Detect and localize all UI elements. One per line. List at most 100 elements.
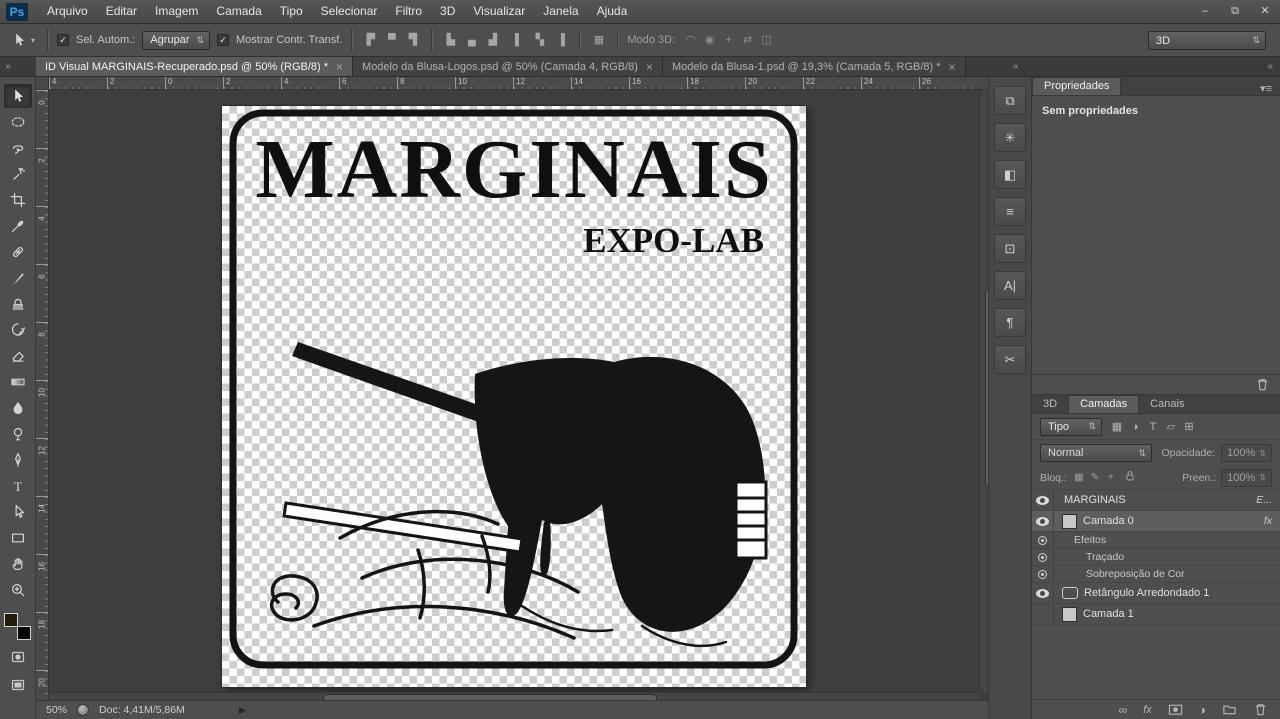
ruler-origin-corner[interactable]	[36, 77, 49, 90]
layer-filter-dropdown[interactable]: Tipo ⇅	[1040, 418, 1102, 436]
document-canvas[interactable]: MARGINAIS EXPO-LAB	[222, 106, 806, 687]
rectangle-tool[interactable]	[4, 526, 32, 550]
panel-tab[interactable]: Canais	[1139, 396, 1195, 413]
type-tool[interactable]: T	[4, 474, 32, 498]
visibility-toggle[interactable]	[1032, 604, 1054, 624]
layer-row[interactable]: Sobreposição de Cor	[1032, 566, 1280, 583]
magic-wand-tool[interactable]	[4, 162, 32, 186]
layer-row[interactable]: Camada 1	[1032, 604, 1280, 625]
elliptical-marquee-tool[interactable]	[4, 110, 32, 134]
scissors-icon[interactable]: ✂	[994, 345, 1026, 374]
menu-item[interactable]: Imagem	[146, 0, 207, 23]
layer-style-fx-icon[interactable]: fx	[1143, 704, 1152, 716]
menu-item[interactable]: Camada	[207, 0, 270, 23]
paragraph-panel-icon[interactable]: ¶	[994, 308, 1026, 337]
close-icon[interactable]: ✕	[1250, 0, 1280, 23]
fill-input[interactable]: 100% ⇅	[1221, 469, 1272, 487]
panel-tab[interactable]: Camadas	[1068, 395, 1139, 413]
visibility-toggle[interactable]	[1032, 549, 1054, 565]
close-tab-icon[interactable]: ×	[646, 60, 653, 74]
tool-preset-picker[interactable]: ▾	[8, 32, 38, 48]
layer-row[interactable]: Retângulo Arredondado 1	[1032, 583, 1280, 604]
eraser-tool[interactable]	[4, 344, 32, 368]
menu-item[interactable]: Editar	[97, 0, 146, 23]
character-panel-icon[interactable]: A|	[994, 271, 1026, 300]
visibility-toggle[interactable]	[1032, 566, 1054, 582]
shape-layers-filter-icon[interactable]: ▱	[1163, 420, 1179, 433]
document-tab[interactable]: ID Visual MARGINAIS-Recuperado.psd @ 50%…	[36, 57, 353, 76]
document-tab[interactable]: Modelo da Blusa-Logos.psd @ 50% (Camada …	[353, 57, 663, 76]
brush-tool[interactable]	[4, 266, 32, 290]
align-icon[interactable]: ▛	[361, 30, 380, 50]
expand-dock-icon[interactable]: »	[0, 57, 16, 76]
layer-mask-icon[interactable]	[1168, 702, 1183, 717]
auto-select-dropdown[interactable]: Agrupar ⇅	[142, 31, 210, 50]
workspace-dropdown[interactable]: 3D ⇅	[1148, 31, 1266, 50]
visibility-toggle[interactable]	[1032, 532, 1054, 548]
layer-row[interactable]: MARGINAIS E...	[1032, 490, 1280, 511]
menu-item[interactable]: Visualizar	[464, 0, 534, 23]
3d-scale-icon[interactable]: ◫	[758, 30, 775, 50]
status-badge-icon[interactable]	[77, 704, 89, 716]
healing-brush-tool[interactable]	[4, 240, 32, 264]
snowflake-icon[interactable]: ✳	[994, 123, 1026, 152]
3d-rotate-icon[interactable]: ◠	[682, 30, 699, 50]
layer-thumbnail[interactable]	[1062, 514, 1077, 529]
adjustment-layer-icon[interactable]: ◑	[1199, 704, 1206, 716]
visibility-toggle[interactable]	[1032, 511, 1054, 531]
layer-thumbnail[interactable]	[1062, 607, 1077, 622]
new-group-folder-icon[interactable]	[1222, 702, 1237, 717]
panel-menu-icon[interactable]: ▾≡	[1260, 82, 1280, 95]
3d-slide-icon[interactable]: ⇄	[739, 30, 756, 50]
overlapping-squares-icon[interactable]: ⧉	[994, 86, 1026, 115]
pixel-layers-filter-icon[interactable]: ▦	[1109, 420, 1125, 433]
tab-properties[interactable]: Propriedades	[1032, 77, 1121, 95]
hand-tool[interactable]	[4, 552, 32, 576]
layer-badge[interactable]: E...	[1256, 494, 1280, 506]
menu-item[interactable]: Ajuda	[588, 0, 637, 23]
zoom-tool[interactable]	[4, 578, 32, 602]
visibility-toggle[interactable]	[1032, 583, 1054, 603]
history-brush-tool[interactable]	[4, 318, 32, 342]
document-tab[interactable]: Modelo da Blusa-1.psd @ 19,3% (Camada 5,…	[663, 57, 966, 76]
status-menu-arrow-icon[interactable]: ▶	[239, 705, 246, 716]
layer-row[interactable]: Traçado	[1032, 549, 1280, 566]
show-transform-checkbox[interactable]: ✓	[217, 34, 229, 46]
auto-align-icon[interactable]: ▦	[589, 30, 608, 50]
move-tool[interactable]	[4, 84, 32, 108]
eyedropper-tool[interactable]	[4, 214, 32, 238]
collapse-panels-icon[interactable]: «	[1267, 57, 1273, 76]
menu-item[interactable]: 3D	[431, 0, 464, 23]
menu-item[interactable]: Arquivo	[38, 0, 97, 23]
collapse-iconstrip-icon[interactable]: «	[1013, 57, 1019, 76]
visibility-toggle[interactable]	[1032, 490, 1054, 510]
foreground-color-swatch[interactable]	[4, 613, 18, 627]
align-icon[interactable]: ▟	[483, 30, 502, 50]
auto-select-checkbox[interactable]: ✓	[57, 34, 69, 46]
minimize-icon[interactable]: –	[1190, 0, 1220, 23]
close-tab-icon[interactable]: ×	[949, 60, 956, 74]
lines-icon[interactable]: ≡	[994, 197, 1026, 226]
gradient-tool[interactable]	[4, 370, 32, 394]
screen-mode-button[interactable]	[10, 677, 26, 696]
3d-roll-icon[interactable]: ◉	[701, 30, 718, 50]
dodge-tool[interactable]	[4, 422, 32, 446]
quick-mask-button[interactable]	[10, 649, 26, 668]
delete-layer-trash-icon[interactable]	[1253, 702, 1268, 717]
background-color-swatch[interactable]	[17, 626, 31, 640]
align-icon[interactable]: ▙	[441, 30, 460, 50]
lock-transparency-icon[interactable]: ▦	[1072, 472, 1086, 483]
type-layers-filter-icon[interactable]: T	[1145, 421, 1161, 433]
clone-stamp-tool[interactable]	[4, 292, 32, 316]
lock-pixels-icon[interactable]: ✎	[1088, 472, 1102, 483]
lock-all-icon[interactable]	[1123, 469, 1137, 486]
distribute-icon[interactable]: ▌	[509, 30, 528, 50]
pen-tool[interactable]	[4, 448, 32, 472]
path-selection-tool[interactable]	[4, 500, 32, 524]
menu-item[interactable]: Selecionar	[312, 0, 387, 23]
zoom-level[interactable]: 50%	[46, 704, 67, 716]
blur-tool[interactable]	[4, 396, 32, 420]
distribute-icon[interactable]: ▐	[551, 30, 570, 50]
restore-icon[interactable]: ⧉	[1220, 0, 1250, 23]
half-square-icon[interactable]: ◧	[994, 160, 1026, 189]
